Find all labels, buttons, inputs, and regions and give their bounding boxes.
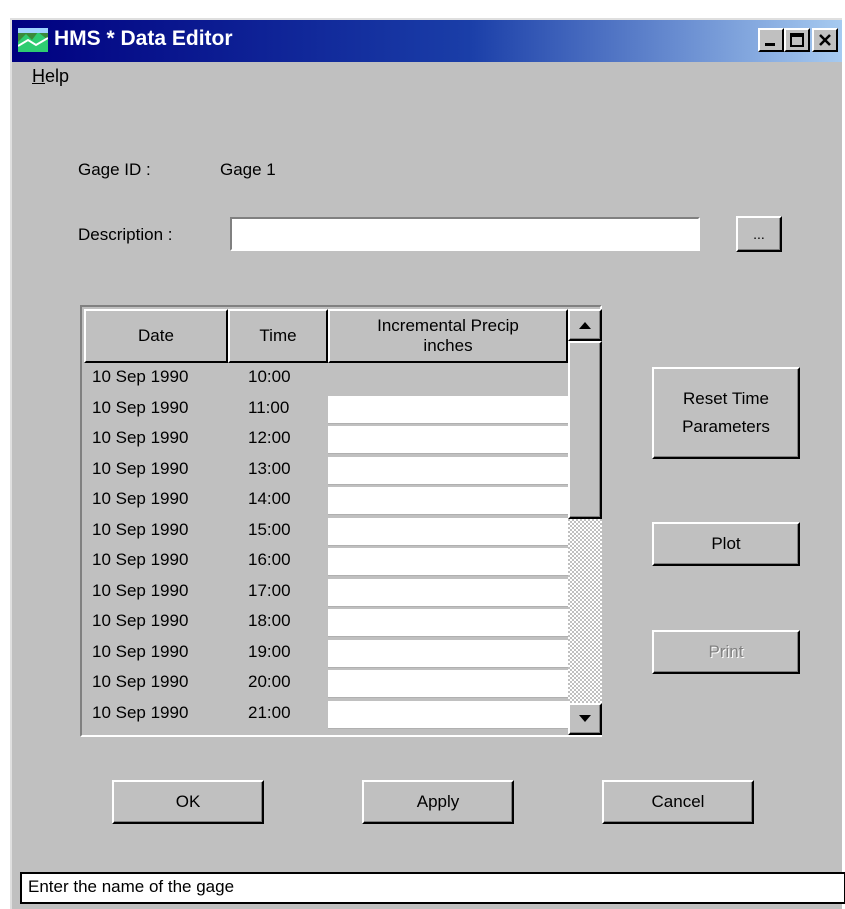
ok-label: OK — [175, 792, 201, 811]
table-body: 10 Sep 1990 10:00 10 Sep 1990 11:00 10 S… — [84, 363, 568, 729]
table-row: 10 Sep 1990 10:00 — [84, 363, 568, 394]
minimize-button[interactable] — [758, 28, 784, 52]
minimize-icon — [765, 43, 775, 46]
column-header-date-label: Date — [138, 326, 174, 345]
description-label: Description : — [78, 225, 173, 244]
cell-time: 12:00 — [248, 428, 291, 447]
plot-button[interactable]: Plot — [652, 522, 800, 566]
cell-precip[interactable] — [328, 578, 568, 607]
window-title: HMS * Data Editor — [54, 27, 233, 50]
cell-precip[interactable] — [328, 670, 568, 698]
title-bar[interactable]: HMS * Data Editor — [12, 20, 842, 62]
cell-precip[interactable] — [328, 639, 568, 668]
menu-help[interactable]: Help — [32, 66, 69, 87]
column-header-time-label: Time — [259, 326, 297, 345]
scroll-thumb[interactable] — [568, 341, 602, 519]
data-editor-window: HMS * Data Editor Help Gage ID : Gage 1 … — [10, 18, 845, 909]
table-row: 10 Sep 1990 12:00 — [84, 424, 568, 455]
browse-button[interactable]: ... — [736, 216, 782, 252]
menu-help-mnemonic: H — [32, 66, 45, 86]
cell-date: 10 Sep 1990 — [92, 519, 189, 539]
gage-id-value: Gage 1 — [220, 160, 276, 179]
print-label: Print — [708, 642, 744, 661]
column-header-precip[interactable]: Incremental Precip inches — [328, 309, 568, 363]
cell-time: 11:00 — [248, 397, 290, 417]
column-header-date[interactable]: Date — [84, 309, 228, 363]
cell-time: 17:00 — [248, 580, 291, 600]
cell-time: 20:00 — [248, 672, 291, 691]
column-header-precip-label: Incremental Precip inches — [377, 316, 519, 355]
cell-date: 10 Sep 1990 — [92, 489, 189, 508]
apply-label: Apply — [416, 792, 460, 811]
description-input[interactable] — [230, 217, 700, 251]
cell-date: 10 Sep 1990 — [92, 458, 189, 478]
cell-date: 10 Sep 1990 — [92, 611, 189, 630]
table-row: 10 Sep 1990 16:00 — [84, 546, 568, 577]
menu-bar: Help — [12, 64, 842, 90]
cell-precip[interactable] — [328, 487, 568, 515]
plot-label: Plot — [711, 534, 741, 553]
cell-precip[interactable] — [328, 456, 568, 485]
cell-precip[interactable] — [328, 609, 568, 637]
scroll-down-button[interactable] — [568, 703, 602, 735]
cell-precip[interactable] — [328, 517, 568, 546]
cell-date: 10 Sep 1990 — [92, 550, 189, 569]
cell-date: 10 Sep 1990 — [92, 428, 189, 447]
cell-time: 16:00 — [248, 550, 291, 569]
table-row: 10 Sep 1990 15:00 — [84, 516, 568, 547]
cell-time: 21:00 — [248, 702, 291, 722]
menu-help-rest: elp — [45, 66, 70, 86]
hms-app-icon — [18, 28, 48, 52]
arrow-up-icon — [579, 322, 591, 329]
column-header-time[interactable]: Time — [228, 309, 328, 363]
cell-date: 10 Sep 1990 — [92, 367, 189, 386]
cell-time: 15:00 — [248, 519, 291, 539]
close-icon — [819, 34, 831, 46]
cell-time: 18:00 — [248, 611, 291, 630]
reset-time-parameters-label: Reset Time Parameters — [682, 389, 770, 436]
status-text: Enter the name of the gage — [28, 877, 235, 896]
table-row: 10 Sep 1990 19:00 — [84, 638, 568, 669]
cell-precip[interactable] — [328, 426, 568, 454]
cell-time: 10:00 — [248, 367, 291, 386]
cell-date: 10 Sep 1990 — [92, 702, 189, 722]
cell-time: 14:00 — [248, 489, 291, 508]
table-header: Date Time Incremental Precip inches — [84, 309, 568, 363]
ok-button[interactable]: OK — [112, 780, 264, 824]
cell-precip[interactable] — [328, 395, 568, 424]
browse-label: ... — [753, 226, 765, 242]
status-bar: Enter the name of the gage — [20, 872, 845, 904]
table-row: 10 Sep 1990 20:00 — [84, 668, 568, 699]
print-button[interactable]: Print — [652, 630, 800, 674]
table-scrollbar[interactable] — [568, 309, 602, 735]
cell-precip[interactable] — [328, 700, 568, 729]
cell-date: 10 Sep 1990 — [92, 580, 189, 600]
precip-table: Date Time Incremental Precip inches 10 S… — [80, 305, 602, 737]
cell-time: 19:00 — [248, 641, 291, 661]
cell-precip[interactable] — [328, 548, 568, 576]
table-row: 10 Sep 1990 18:00 — [84, 607, 568, 638]
arrow-down-icon — [579, 715, 591, 722]
reset-time-parameters-button[interactable]: Reset Time Parameters — [652, 367, 800, 459]
cell-time: 13:00 — [248, 458, 291, 478]
table-row: 10 Sep 1990 13:00 — [84, 455, 568, 486]
table-row: 10 Sep 1990 14:00 — [84, 485, 568, 516]
apply-button[interactable]: Apply — [362, 780, 514, 824]
cancel-label: Cancel — [651, 792, 705, 811]
table-row: 10 Sep 1990 11:00 — [84, 394, 568, 425]
close-button[interactable] — [812, 28, 838, 52]
table-row: 10 Sep 1990 21:00 — [84, 699, 568, 730]
cell-date: 10 Sep 1990 — [92, 641, 189, 661]
maximize-button[interactable] — [784, 28, 810, 52]
cell-date: 10 Sep 1990 — [92, 397, 189, 417]
cancel-button[interactable]: Cancel — [602, 780, 754, 824]
scroll-up-button[interactable] — [568, 309, 602, 341]
table-row: 10 Sep 1990 17:00 — [84, 577, 568, 608]
cell-precip[interactable] — [328, 365, 568, 393]
cell-date: 10 Sep 1990 — [92, 672, 189, 691]
maximize-icon — [790, 33, 804, 47]
gage-id-label: Gage ID : — [78, 160, 151, 179]
